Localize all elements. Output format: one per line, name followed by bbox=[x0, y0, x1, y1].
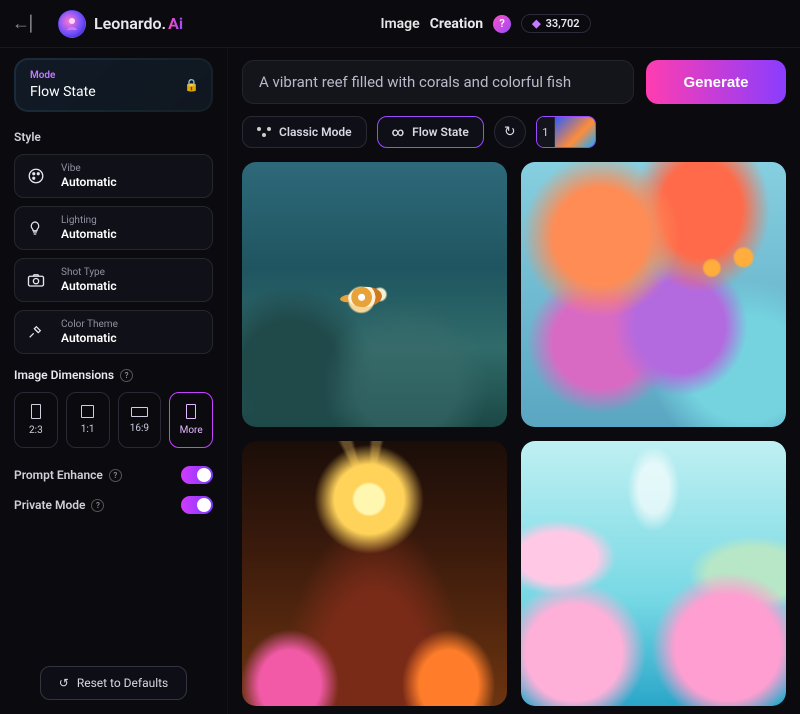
gem-icon: ◆ bbox=[532, 17, 540, 30]
dim-option-2-3[interactable]: 2:3 bbox=[14, 392, 58, 448]
variation-chip[interactable]: 1 bbox=[536, 116, 596, 148]
mode-card[interactable]: Mode Flow State 🔒 bbox=[14, 58, 213, 112]
brand-accent: Ai bbox=[168, 14, 183, 33]
camera-icon bbox=[27, 272, 47, 288]
brand-logo[interactable]: Leonardo.Ai bbox=[58, 10, 183, 38]
style-row-lighting[interactable]: Lighting Automatic bbox=[14, 206, 213, 250]
private-mode-label: Private Mode bbox=[14, 498, 85, 512]
mode-card-label: Mode bbox=[30, 70, 197, 81]
style-vibe-label: Vibe bbox=[61, 163, 117, 175]
style-color-label: Color Theme bbox=[61, 319, 118, 331]
bulb-icon bbox=[27, 219, 47, 237]
result-tile[interactable] bbox=[521, 162, 786, 427]
token-count: 33,702 bbox=[546, 17, 580, 30]
help-button[interactable]: ? bbox=[493, 15, 511, 33]
private-mode-toggle[interactable] bbox=[181, 496, 213, 514]
mode-card-value: Flow State bbox=[30, 84, 197, 100]
info-icon[interactable]: ? bbox=[91, 499, 104, 512]
style-vibe-value: Automatic bbox=[61, 175, 117, 189]
result-tile[interactable] bbox=[242, 441, 507, 706]
back-button[interactable]: ←⎸ bbox=[12, 13, 48, 34]
reset-label: Reset to Defaults bbox=[77, 676, 168, 690]
style-row-color-theme[interactable]: Color Theme Automatic bbox=[14, 310, 213, 354]
refresh-icon: ↺ bbox=[59, 676, 69, 690]
style-color-value: Automatic bbox=[61, 331, 118, 345]
style-lighting-value: Automatic bbox=[61, 227, 117, 241]
style-shot-value: Automatic bbox=[61, 279, 117, 293]
reset-defaults-button[interactable]: ↺ Reset to Defaults bbox=[40, 666, 188, 700]
dimensions-heading: Image Dimensions bbox=[14, 368, 114, 382]
prompt-enhance-label: Prompt Enhance bbox=[14, 468, 103, 482]
token-balance[interactable]: ◆ 33,702 bbox=[521, 14, 590, 33]
flow-state-button[interactable]: ∞ Flow State bbox=[377, 116, 484, 148]
generate-button[interactable]: Generate bbox=[646, 60, 786, 104]
style-heading: Style bbox=[14, 130, 213, 144]
style-row-vibe[interactable]: Vibe Automatic bbox=[14, 154, 213, 198]
variation-thumb bbox=[555, 117, 595, 147]
lock-icon: 🔒 bbox=[184, 78, 199, 92]
dim-option-16-9[interactable]: 16:9 bbox=[118, 392, 162, 448]
eyedropper-icon bbox=[27, 324, 47, 340]
logo-icon bbox=[58, 10, 86, 38]
infinity-icon: ∞ bbox=[392, 125, 405, 139]
prompt-input[interactable]: A vibrant reef filled with corals and co… bbox=[242, 60, 634, 104]
grid-icon bbox=[257, 127, 271, 137]
palette-icon bbox=[27, 167, 47, 185]
page-title-b: Creation bbox=[430, 16, 483, 32]
style-row-shot-type[interactable]: Shot Type Automatic bbox=[14, 258, 213, 302]
prompt-enhance-toggle[interactable] bbox=[181, 466, 213, 484]
dim-option-more[interactable]: More bbox=[169, 392, 213, 448]
classic-mode-button[interactable]: Classic Mode bbox=[242, 116, 367, 148]
brand-name: Leonardo. bbox=[94, 14, 166, 33]
style-shot-label: Shot Type bbox=[61, 267, 117, 279]
result-tile[interactable] bbox=[242, 162, 507, 427]
refresh-button[interactable]: ↻ bbox=[494, 116, 526, 148]
info-icon[interactable]: ? bbox=[120, 369, 133, 382]
variation-count: 1 bbox=[537, 117, 555, 147]
result-tile[interactable] bbox=[521, 441, 786, 706]
style-lighting-label: Lighting bbox=[61, 215, 117, 227]
dim-option-1-1[interactable]: 1:1 bbox=[66, 392, 110, 448]
page-title-a: Image bbox=[380, 16, 419, 32]
info-icon[interactable]: ? bbox=[109, 469, 122, 482]
